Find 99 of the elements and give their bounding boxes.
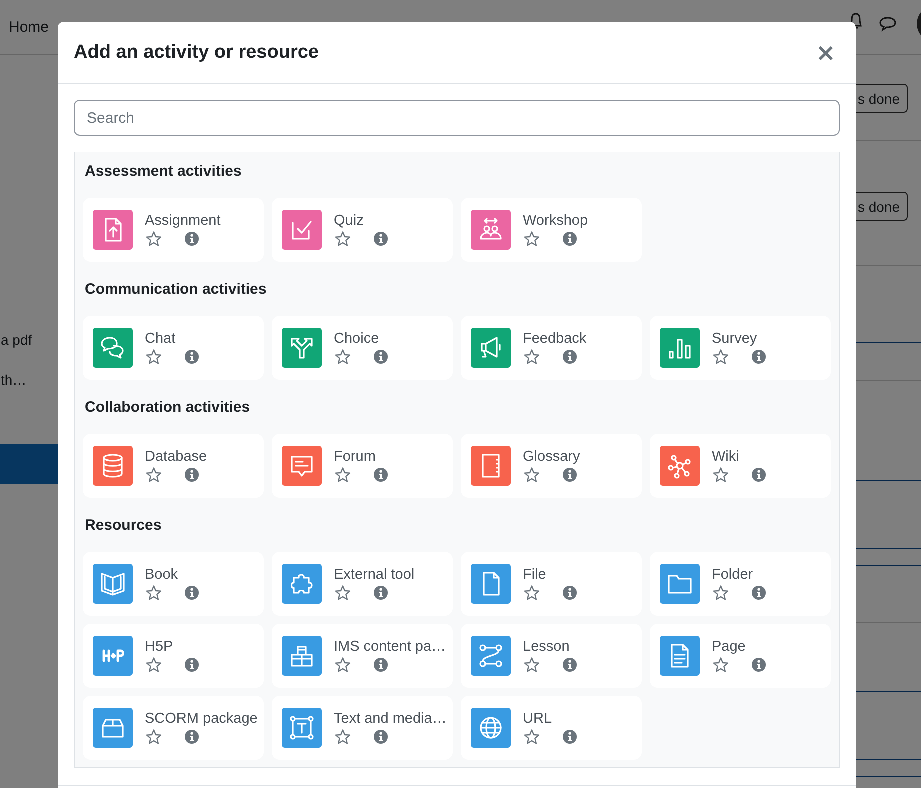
activity-name: Assignment (145, 212, 221, 230)
activity-card[interactable]: Page (650, 624, 831, 688)
info-icon[interactable] (184, 657, 200, 673)
star-icon[interactable] (335, 349, 351, 365)
star-icon[interactable] (524, 585, 540, 601)
star-icon[interactable] (524, 349, 540, 365)
info-icon[interactable] (184, 729, 200, 745)
activity-name: Quiz (334, 212, 365, 230)
activity-card[interactable]: URL (461, 696, 642, 760)
info-icon[interactable] (373, 729, 389, 745)
star-icon[interactable] (713, 349, 729, 365)
info-icon[interactable] (184, 585, 200, 601)
activity-name: Feedback (523, 330, 587, 348)
star-icon[interactable] (335, 467, 351, 483)
activity-name: Workshop (523, 212, 588, 230)
activity-card[interactable]: Survey (650, 316, 831, 380)
star-icon[interactable] (524, 467, 540, 483)
activity-card[interactable]: Feedback (461, 316, 642, 380)
activity-name: URL (523, 710, 554, 728)
info-icon[interactable] (562, 585, 578, 601)
info-icon[interactable] (373, 657, 389, 673)
activity-card[interactable]: Folder (650, 552, 831, 616)
sidebar-highlight (0, 444, 58, 484)
activity-card[interactable]: External tool (272, 552, 453, 616)
info-icon[interactable] (184, 231, 200, 247)
activity-card[interactable]: Database (83, 434, 264, 498)
activity-text: th… (1, 372, 27, 388)
star-icon[interactable] (335, 585, 351, 601)
star-icon[interactable] (524, 729, 540, 745)
activity-name: Folder (712, 566, 754, 584)
info-icon[interactable] (373, 231, 389, 247)
star-icon[interactable] (146, 657, 162, 673)
activity-card[interactable]: IMS content pa… (272, 624, 453, 688)
info-icon[interactable] (373, 467, 389, 483)
star-icon[interactable] (713, 585, 729, 601)
activity-name: Book (145, 566, 180, 584)
activity-card[interactable]: Glossary (461, 434, 642, 498)
info-icon[interactable] (562, 729, 578, 745)
star-icon[interactable] (146, 231, 162, 247)
star-icon[interactable] (713, 467, 729, 483)
activity-card[interactable]: Assignment (83, 198, 264, 262)
activity-name: Forum (334, 448, 377, 466)
info-icon[interactable] (373, 349, 389, 365)
star-icon[interactable] (524, 231, 540, 247)
star-icon[interactable] (146, 729, 162, 745)
activity-name: Database (145, 448, 208, 466)
activity-name: Page (712, 638, 747, 656)
info-icon[interactable] (562, 231, 578, 247)
chat-icon[interactable] (879, 16, 897, 32)
activity-text: a pdf (1, 332, 32, 348)
info-icon[interactable] (184, 349, 200, 365)
activity-card[interactable]: Choice (272, 316, 453, 380)
info-icon[interactable] (562, 657, 578, 673)
activity-name: External tool (334, 566, 415, 584)
activity-card[interactable]: Quiz (272, 198, 453, 262)
section-heading: Resources (84, 516, 163, 536)
info-icon[interactable] (751, 467, 767, 483)
activity-card[interactable]: Chat (83, 316, 264, 380)
activity-card[interactable]: SCORM package (83, 696, 264, 760)
info-icon[interactable] (184, 467, 200, 483)
section-heading: Collaboration activities (84, 398, 252, 418)
section-heading: Assessment activities (84, 162, 243, 182)
activity-card[interactable]: Lesson (461, 624, 642, 688)
activity-name: Lesson (523, 638, 571, 656)
dialog-title: Add an activity or resource (74, 42, 319, 64)
nav-link[interactable]: Home (9, 18, 50, 36)
star-icon[interactable] (335, 729, 351, 745)
activity-name: IMS content pa… (334, 638, 443, 656)
info-icon[interactable] (751, 349, 767, 365)
activity-name: H5P (145, 638, 174, 656)
activity-name: File (523, 566, 548, 584)
section-heading: Communication activities (84, 280, 268, 300)
activity-card[interactable]: Book (83, 552, 264, 616)
activity-card[interactable]: H5P (83, 624, 264, 688)
star-icon[interactable] (524, 657, 540, 673)
search-field[interactable]: Search (74, 100, 840, 136)
info-icon[interactable] (751, 585, 767, 601)
star-icon[interactable] (146, 585, 162, 601)
activity-card[interactable]: Text and media… (272, 696, 453, 760)
activity-card[interactable]: Wiki (650, 434, 831, 498)
activity-card[interactable]: File (461, 552, 642, 616)
activity-card[interactable]: Forum (272, 434, 453, 498)
info-icon[interactable] (562, 467, 578, 483)
star-icon[interactable] (146, 467, 162, 483)
activity-name: Chat (145, 330, 177, 348)
activity-name: Survey (712, 330, 758, 348)
star-icon[interactable] (713, 657, 729, 673)
activity-name: Glossary (523, 448, 580, 466)
activity-card[interactable]: Workshop (461, 198, 642, 262)
activity-name: Wiki (712, 448, 740, 466)
info-icon[interactable] (562, 349, 578, 365)
activity-name: Text and media… (334, 710, 443, 728)
close-button[interactable]: × (812, 40, 840, 64)
star-icon[interactable] (335, 231, 351, 247)
star-icon[interactable] (146, 349, 162, 365)
star-icon[interactable] (335, 657, 351, 673)
activity-name: Choice (334, 330, 380, 348)
info-icon[interactable] (751, 657, 767, 673)
info-icon[interactable] (373, 585, 389, 601)
